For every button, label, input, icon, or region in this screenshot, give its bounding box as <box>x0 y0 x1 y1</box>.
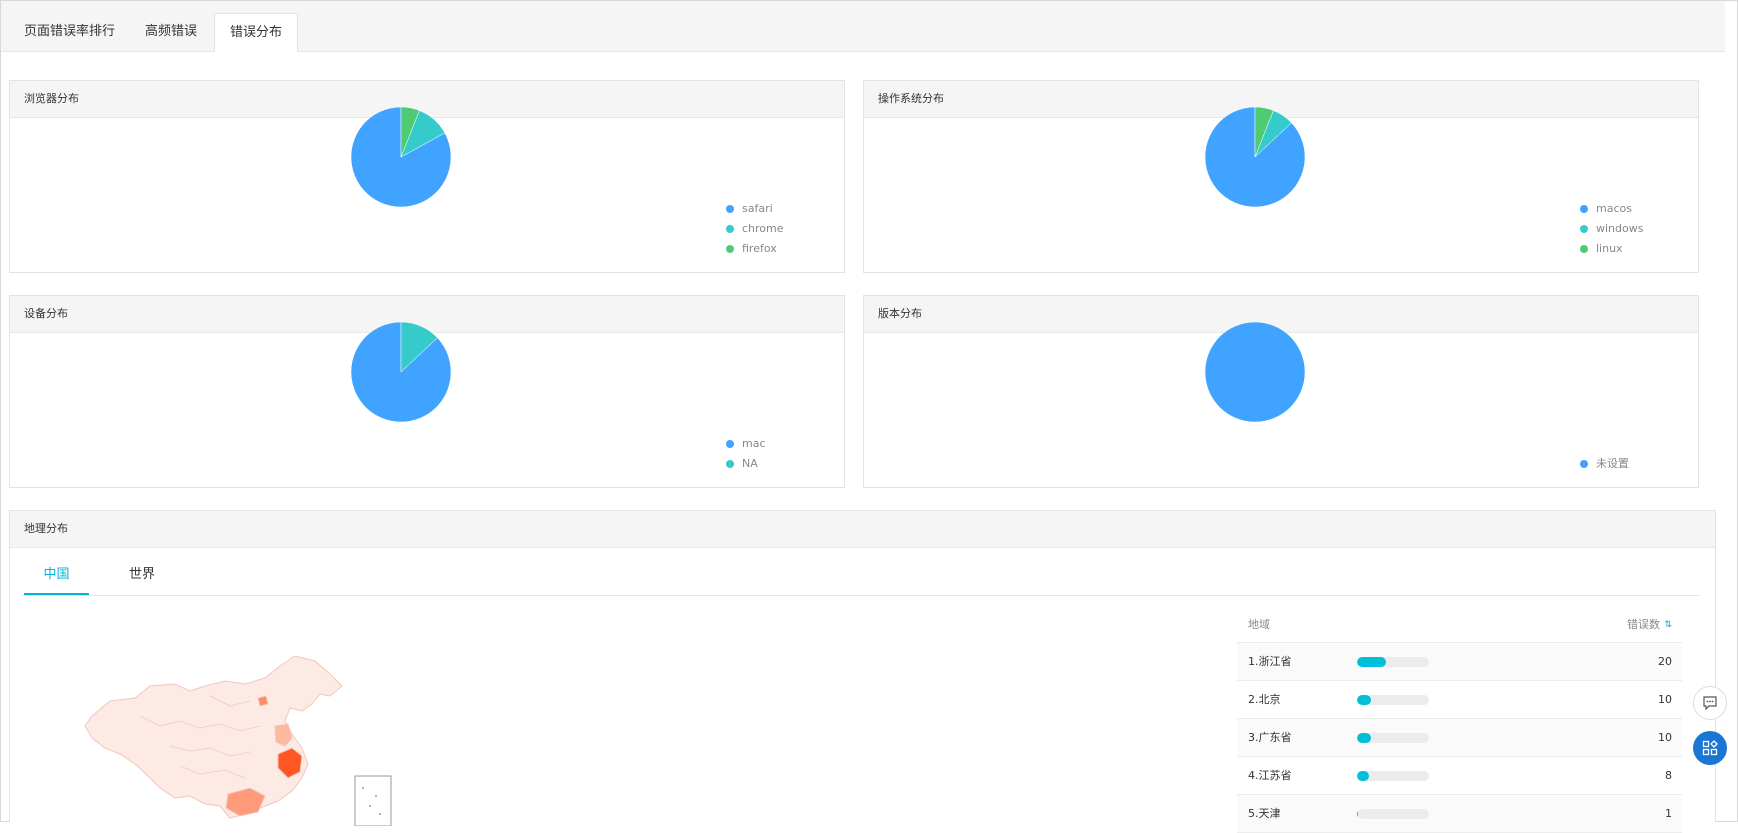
legend-label: NA <box>742 457 758 470</box>
version-card: 版本分布 未设置 <box>863 295 1699 488</box>
region-beijing <box>257 695 269 707</box>
legend-item[interactable]: linux <box>1580 239 1643 259</box>
browser-pie-chart <box>350 106 452 208</box>
rank-error-count: 10 <box>1658 693 1672 706</box>
geo-tab-china[interactable]: 中国 <box>24 555 89 595</box>
legend-label: 未设置 <box>1596 457 1629 470</box>
legend-dot <box>1580 460 1588 468</box>
legend-dot <box>726 245 734 253</box>
chat-icon <box>1703 696 1717 711</box>
rank-bar-track <box>1357 809 1429 819</box>
device-pie-chart <box>350 321 452 423</box>
legend-dot <box>726 460 734 468</box>
legend-label: chrome <box>742 222 784 235</box>
legend-dot <box>1580 245 1588 253</box>
rank-error-count: 1 <box>1665 807 1672 820</box>
col-error-count[interactable]: 错误数 <box>1627 608 1660 642</box>
legend-label: macos <box>1596 202 1632 215</box>
browser-card: 浏览器分布 safari chrome firefox <box>9 80 845 273</box>
os-pie-chart <box>1204 106 1306 208</box>
rank-region-label: 4.江苏省 <box>1248 769 1292 782</box>
browser-legend: safari chrome firefox <box>726 199 784 259</box>
rank-bar-track <box>1357 733 1429 743</box>
rank-rows: 1.浙江省 20 2.北京 10 3.广东省 10 4.江苏省 8 5.天津 1 <box>1237 643 1682 833</box>
pie-slice-未设置[interactable] <box>1204 321 1306 423</box>
legend-item[interactable]: safari <box>726 199 784 219</box>
rank-bar-fill <box>1357 809 1359 819</box>
rank-row[interactable]: 2.北京 10 <box>1237 681 1682 719</box>
geo-card: 地理分布 中国 世界 地域 错误数 ⇅ 1.浙江省 20 2.北京 10 3.广东省 10… <box>9 510 1716 833</box>
legend-dot <box>1580 205 1588 213</box>
legend-item[interactable]: macos <box>1580 199 1643 219</box>
geo-tabs: 中国 世界 <box>24 555 1700 596</box>
os-legend: macos windows linux <box>1580 199 1643 259</box>
rank-bar-fill <box>1357 695 1372 705</box>
legend-item[interactable]: chrome <box>726 219 784 239</box>
legend-item[interactable]: windows <box>1580 219 1643 239</box>
device-card: 设备分布 mac NA <box>9 295 845 488</box>
legend-dot <box>726 225 734 233</box>
rank-bar-track <box>1357 657 1429 667</box>
app-frame: 页面错误率排行 高频错误 错误分布 浏览器分布 safari chrome fire… <box>0 0 1738 833</box>
apps-icon <box>1702 740 1718 756</box>
rank-bar-fill <box>1357 733 1372 743</box>
os-card: 操作系统分布 macos windows linux <box>863 80 1699 273</box>
version-legend: 未设置 <box>1580 454 1629 474</box>
region-rank-table: 地域 错误数 ⇅ 1.浙江省 20 2.北京 10 3.广东省 10 4.江苏省 8 5.天津 1 <box>1237 608 1682 833</box>
rank-bar-track <box>1357 771 1429 781</box>
legend-item[interactable]: mac <box>726 434 766 454</box>
device-legend: mac NA <box>726 434 766 474</box>
south-sea-inset <box>354 775 392 826</box>
rank-row[interactable]: 1.浙江省 20 <box>1237 643 1682 681</box>
rank-row[interactable]: 4.江苏省 8 <box>1237 757 1682 795</box>
rank-region-label: 3.广东省 <box>1248 731 1292 744</box>
legend-item[interactable]: 未设置 <box>1580 454 1629 474</box>
rank-error-count: 20 <box>1658 655 1672 668</box>
legend-dot <box>1580 225 1588 233</box>
rank-table-header: 地域 错误数 ⇅ <box>1237 608 1682 643</box>
sort-icon[interactable]: ⇅ <box>1664 608 1672 642</box>
rank-error-count: 10 <box>1658 731 1672 744</box>
legend-dot <box>726 440 734 448</box>
tab-error-distribution[interactable]: 错误分布 <box>214 13 299 52</box>
apps-button[interactable] <box>1693 731 1727 765</box>
legend-dot <box>726 205 734 213</box>
top-tabbar: 页面错误率排行 高频错误 错误分布 <box>1 1 1725 52</box>
legend-label: mac <box>742 437 766 450</box>
legend-label: safari <box>742 202 773 215</box>
legend-label: firefox <box>742 242 777 255</box>
rank-region-label: 5.天津 <box>1248 807 1281 820</box>
rank-bar-fill <box>1357 771 1369 781</box>
rank-row[interactable]: 3.广东省 10 <box>1237 719 1682 757</box>
geo-tab-world[interactable]: 世界 <box>112 555 172 595</box>
china-map[interactable] <box>80 656 400 826</box>
chat-button[interactable] <box>1693 686 1727 720</box>
rank-bar-track <box>1357 695 1429 705</box>
rank-bar-fill <box>1357 657 1386 667</box>
legend-item[interactable]: firefox <box>726 239 784 259</box>
rank-region-label: 2.北京 <box>1248 693 1281 706</box>
card-title: 地理分布 <box>10 511 1715 548</box>
legend-item[interactable]: NA <box>726 454 766 474</box>
rank-error-count: 8 <box>1665 769 1672 782</box>
rank-region-label: 1.浙江省 <box>1248 655 1292 668</box>
tab-page-error-rank[interactable]: 页面错误率排行 <box>9 13 130 51</box>
tab-frequent-errors[interactable]: 高频错误 <box>130 13 212 51</box>
col-region: 地域 <box>1248 618 1270 631</box>
rank-row[interactable]: 5.天津 1 <box>1237 795 1682 833</box>
version-pie-chart <box>1204 321 1306 423</box>
legend-label: linux <box>1596 242 1623 255</box>
legend-label: windows <box>1596 222 1644 235</box>
